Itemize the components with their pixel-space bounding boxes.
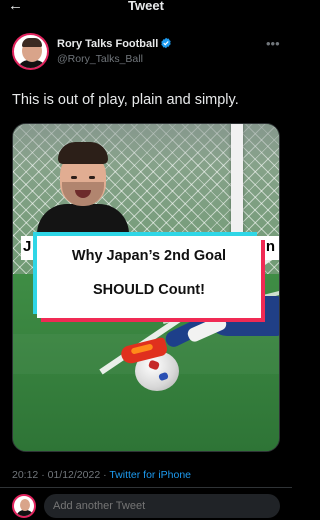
author-display-name[interactable]: Rory Talks Football bbox=[57, 38, 158, 50]
divider bbox=[0, 487, 292, 488]
avatar-hair bbox=[22, 38, 42, 47]
page-title: Tweet bbox=[128, 0, 164, 13]
tweet-meta: 20:12 · 01/12/2022 · Twitter for iPhone bbox=[12, 469, 191, 481]
presenter-eye bbox=[71, 176, 77, 179]
caption-partial-right: n bbox=[265, 238, 275, 255]
video-caption-box: Why Japan’s 2nd Goal SHOULD Count! bbox=[37, 236, 261, 318]
add-tweet-input[interactable] bbox=[44, 494, 280, 518]
ball-panel-red bbox=[147, 359, 161, 371]
ball-panel-blue bbox=[158, 371, 169, 382]
more-dots-icon[interactable]: ••• bbox=[266, 36, 280, 51]
top-bar: ← Tweet bbox=[0, 0, 292, 17]
author-handle[interactable]: @Rory_Talks_Ball bbox=[57, 53, 143, 65]
tweet-timestamp: 20:12 · 01/12/2022 · bbox=[12, 469, 110, 481]
caption-partial-left: J bbox=[23, 238, 32, 255]
presenter-eye bbox=[89, 176, 95, 179]
verified-badge-icon bbox=[161, 37, 171, 49]
reply-avatar bbox=[12, 494, 36, 518]
avatar-face bbox=[20, 499, 30, 511]
avatar-body bbox=[16, 510, 34, 516]
tweet-source-link[interactable]: Twitter for iPhone bbox=[109, 469, 191, 481]
author-avatar[interactable] bbox=[12, 33, 49, 70]
tweet-text: This is out of play, plain and simply. bbox=[12, 92, 239, 108]
presenter-hair bbox=[58, 142, 108, 164]
caption-line-1: Why Japan’s 2nd Goal bbox=[71, 248, 227, 264]
caption-line-2: SHOULD Count! bbox=[93, 282, 205, 298]
tweet-media-video[interactable]: J n Why Japan’s 2nd Goal SHOULD Count! bbox=[12, 123, 280, 452]
